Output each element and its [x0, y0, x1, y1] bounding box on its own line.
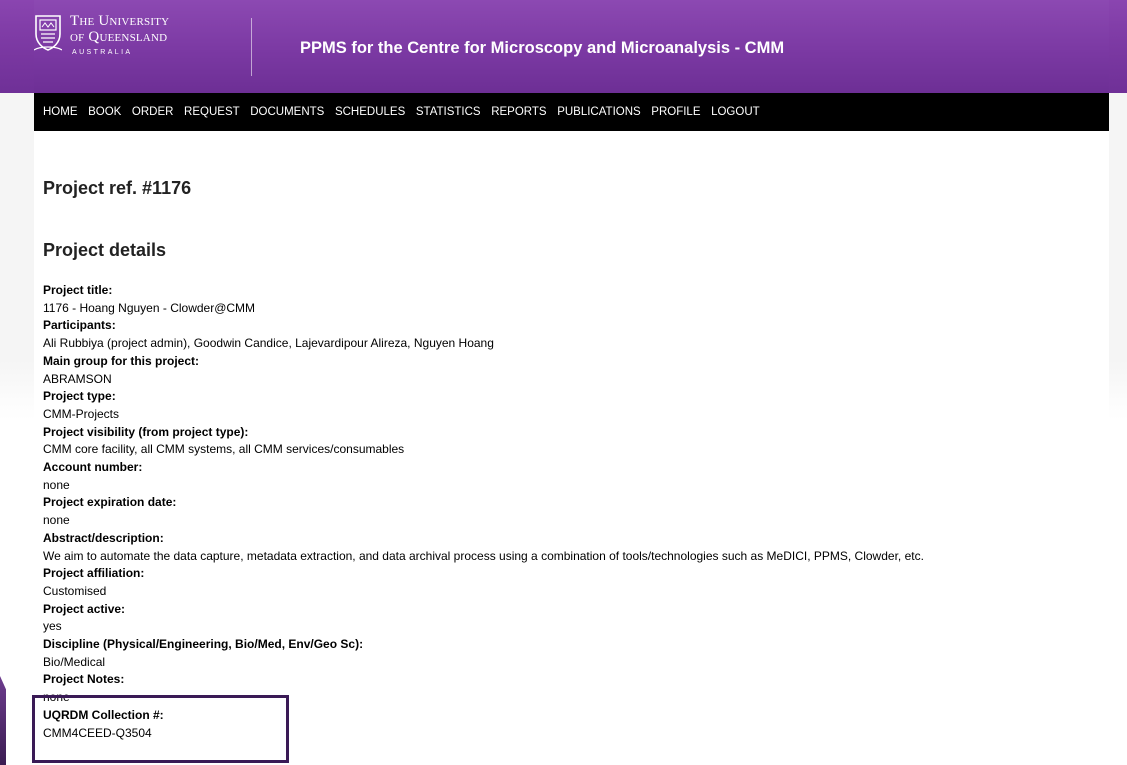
field-value-discipline: Bio/Medical [43, 654, 106, 669]
site-header: The University of Queensland AUSTRALIA P… [0, 0, 1127, 93]
university-name-line1: The University [70, 13, 170, 29]
nav-book[interactable]: BOOK [88, 106, 121, 118]
field-value-expiration-date: none [43, 513, 70, 528]
main-content: Project ref. #1176 Project details Proje… [34, 131, 1109, 765]
university-country: AUSTRALIA [72, 49, 133, 56]
field-value-project-title: 1176 - Hoang Nguyen - Clowder@CMM [43, 300, 256, 315]
field-label-main-group: Main group for this project: [43, 353, 199, 368]
field-value-main-group: ABRAMSON [43, 371, 112, 386]
nav-home[interactable]: HOME [43, 106, 78, 118]
field-label-project-visibility: Project visibility (from project type): [43, 424, 249, 439]
field-label-affiliation: Project affiliation: [43, 566, 145, 581]
nav-documents[interactable]: DOCUMENTS [250, 106, 324, 118]
field-label-project-title: Project title: [43, 283, 113, 297]
project-details-list: Project title: 1176 - Hoang Nguyen - Clo… [43, 282, 1108, 742]
university-wordmark: The University of Queensland AUSTRALIA [70, 13, 170, 57]
field-label-expiration-date: Project expiration date: [43, 495, 177, 510]
field-label-account-number: Account number: [43, 460, 143, 475]
nav-reports[interactable]: REPORTS [491, 106, 546, 118]
header-divider [251, 18, 252, 76]
field-value-affiliation: Customised [43, 583, 107, 598]
field-value-abstract: We aim to automate the data capture, met… [43, 548, 924, 563]
nav-request[interactable]: REQUEST [184, 106, 240, 118]
nav-publications[interactable]: PUBLICATIONS [557, 106, 641, 118]
field-value-participants: Ali Rubbiya (project admin), Goodwin Can… [43, 336, 494, 351]
nav-logout[interactable]: LOGOUT [711, 106, 760, 118]
field-label-participants: Participants: [43, 318, 116, 333]
university-name-line2: of Queensland [70, 29, 168, 45]
main-nav: HOME BOOK ORDER REQUEST DOCUMENTS SCHEDU… [34, 93, 1109, 131]
field-label-project-active: Project active: [43, 601, 126, 616]
nav-statistics[interactable]: STATISTICS [416, 106, 481, 118]
field-value-project-visibility: CMM core facility, all CMM systems, all … [43, 442, 405, 457]
field-value-project-active: yes [43, 619, 62, 634]
university-logo[interactable]: The University of Queensland AUSTRALIA [34, 14, 169, 56]
page-title: Project ref. #1176 [43, 178, 192, 198]
nav-profile[interactable]: PROFILE [651, 106, 700, 118]
nav-order[interactable]: ORDER [132, 106, 174, 118]
nav-list: HOME BOOK ORDER REQUEST DOCUMENTS SCHEDU… [34, 93, 1109, 131]
field-label-abstract: Abstract/description: [43, 530, 164, 545]
university-crest-icon [34, 15, 62, 51]
field-value-account-number: none [43, 477, 70, 492]
side-accent-decoration [0, 676, 6, 765]
section-title: Project details [43, 240, 167, 260]
field-label-discipline: Discipline (Physical/Engineering, Bio/Me… [43, 637, 364, 652]
field-value-project-type: CMM-Projects [43, 406, 120, 421]
nav-schedules[interactable]: SCHEDULES [335, 106, 405, 118]
field-label-project-notes: Project Notes: [43, 672, 125, 687]
app-title: PPMS for the Centre for Microscopy and M… [300, 39, 785, 57]
field-label-project-type: Project type: [43, 389, 116, 404]
uqrdm-highlight-box [32, 695, 289, 763]
